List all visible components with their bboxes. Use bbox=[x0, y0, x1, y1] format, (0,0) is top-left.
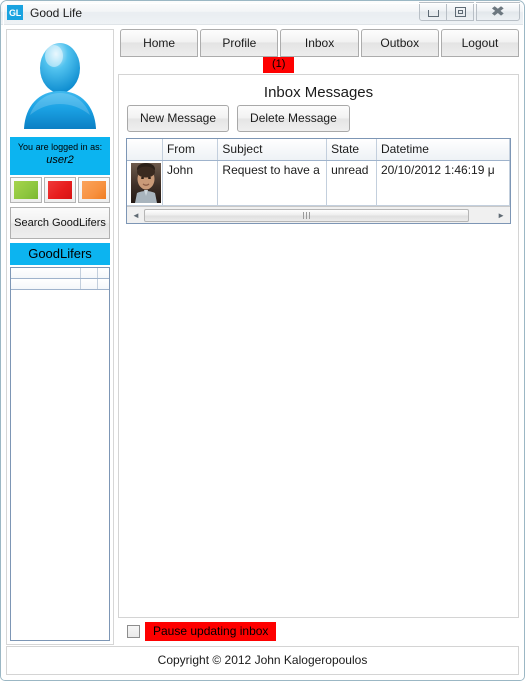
delete-message-button[interactable]: Delete Message bbox=[237, 105, 350, 132]
pause-updating-checkbox[interactable] bbox=[127, 625, 140, 638]
column-header-from[interactable]: From bbox=[162, 139, 219, 161]
restore-icon bbox=[454, 6, 466, 17]
message-state-cell: unread bbox=[326, 160, 377, 206]
tab-outbox[interactable]: Outbox bbox=[360, 29, 439, 57]
goodlifer-extra-cell bbox=[98, 279, 109, 289]
inbox-panel: Inbox Messages New Message Delete Messag… bbox=[118, 74, 520, 618]
scrollbar-grip-icon bbox=[302, 211, 310, 219]
close-icon: ✖ bbox=[490, 3, 506, 20]
window-controls: ✖ bbox=[419, 2, 520, 21]
goodlifers-header: GoodLifers bbox=[10, 243, 110, 265]
goodlifers-list[interactable] bbox=[10, 267, 110, 641]
main-row: You are logged in as: user2 Search GoodL… bbox=[6, 29, 520, 645]
tab-home[interactable]: Home bbox=[120, 29, 199, 57]
scroll-right-arrow-icon[interactable]: ► bbox=[493, 207, 510, 223]
user-avatar-icon bbox=[24, 43, 96, 129]
message-photo-cell bbox=[127, 160, 163, 206]
goodlifer-status-cell bbox=[81, 279, 98, 289]
window-title: Good Life bbox=[30, 5, 83, 20]
list-item[interactable] bbox=[11, 279, 109, 290]
search-goodlifers-button[interactable]: Search GoodLifers bbox=[10, 207, 110, 239]
orange-swatch-icon bbox=[82, 181, 106, 199]
column-header-subject[interactable]: Subject bbox=[217, 139, 328, 161]
application-window: GL Good Life ✖ You are logged in as: use… bbox=[0, 0, 525, 681]
scroll-left-arrow-icon[interactable]: ◄ bbox=[128, 207, 144, 223]
minimize-button[interactable] bbox=[419, 2, 447, 21]
goodlifer-name-cell bbox=[11, 268, 81, 278]
logged-in-banner: You are logged in as: user2 bbox=[10, 137, 110, 175]
restore-button[interactable] bbox=[446, 2, 474, 21]
horizontal-scrollbar[interactable]: ◄ ► bbox=[127, 206, 511, 223]
sidebar: You are logged in as: user2 Search GoodL… bbox=[6, 29, 114, 645]
message-subject-cell: Request to have a bbox=[217, 160, 328, 206]
green-status-button[interactable] bbox=[10, 177, 42, 203]
footer-copyright: Copyright © 2012 John Kalogeropoulos bbox=[6, 646, 519, 675]
red-swatch-icon bbox=[48, 181, 72, 199]
close-button[interactable]: ✖ bbox=[476, 2, 520, 21]
logged-in-username: user2 bbox=[46, 154, 74, 166]
scrollbar-track[interactable] bbox=[144, 207, 494, 223]
scrollbar-thumb[interactable] bbox=[144, 208, 469, 222]
goodlifer-status-cell bbox=[81, 268, 98, 278]
messages-grid[interactable]: From Subject State Datetime John Request… bbox=[126, 138, 512, 224]
red-status-button[interactable] bbox=[44, 177, 76, 203]
new-message-button[interactable]: New Message bbox=[127, 105, 230, 132]
page-title: Inbox Messages bbox=[263, 84, 374, 101]
table-header-row: From Subject State Datetime bbox=[127, 139, 511, 161]
status-color-buttons bbox=[10, 177, 110, 203]
contact-photo-icon bbox=[131, 163, 161, 203]
avatar bbox=[10, 33, 110, 137]
column-header-photo[interactable] bbox=[127, 139, 163, 161]
goodlifer-name-cell bbox=[11, 279, 81, 289]
inbox-empty-space bbox=[126, 224, 511, 617]
column-header-state[interactable]: State bbox=[326, 139, 377, 161]
logged-in-label: You are logged in as: bbox=[17, 142, 103, 152]
inbox-unread-badge: (1) bbox=[263, 57, 295, 73]
messages-table: From Subject State Datetime John Request… bbox=[127, 139, 511, 206]
tab-logout[interactable]: Logout bbox=[440, 29, 520, 57]
orange-status-button[interactable] bbox=[78, 177, 110, 203]
content-area: Home Profile Inbox Outbox Logout (1) Inb… bbox=[114, 29, 520, 645]
pause-updating-row: Pause updating inbox bbox=[118, 618, 519, 645]
minimize-icon bbox=[427, 9, 439, 17]
green-swatch-icon bbox=[14, 181, 38, 199]
title-bar: GL Good Life ✖ bbox=[1, 1, 524, 25]
table-row[interactable]: John Request to have a unread 20/10/2012… bbox=[127, 160, 511, 206]
tab-inbox[interactable]: Inbox bbox=[280, 29, 359, 57]
column-header-datetime[interactable]: Datetime bbox=[376, 139, 511, 161]
app-logo-icon: GL bbox=[7, 5, 23, 20]
message-datetime-cell: 20/10/2012 1:46:19 μ bbox=[376, 160, 511, 206]
inbox-actions: New Message Delete Message bbox=[126, 105, 511, 138]
list-item[interactable] bbox=[11, 268, 109, 279]
window-body: You are logged in as: user2 Search GoodL… bbox=[1, 25, 524, 680]
badge-row: (1) bbox=[118, 57, 519, 74]
tab-profile[interactable]: Profile bbox=[200, 29, 279, 57]
pause-updating-label[interactable]: Pause updating inbox bbox=[145, 622, 277, 641]
tab-bar: Home Profile Inbox Outbox Logout bbox=[118, 29, 520, 57]
goodlifer-extra-cell bbox=[98, 268, 109, 278]
message-from-cell: John bbox=[162, 160, 219, 206]
